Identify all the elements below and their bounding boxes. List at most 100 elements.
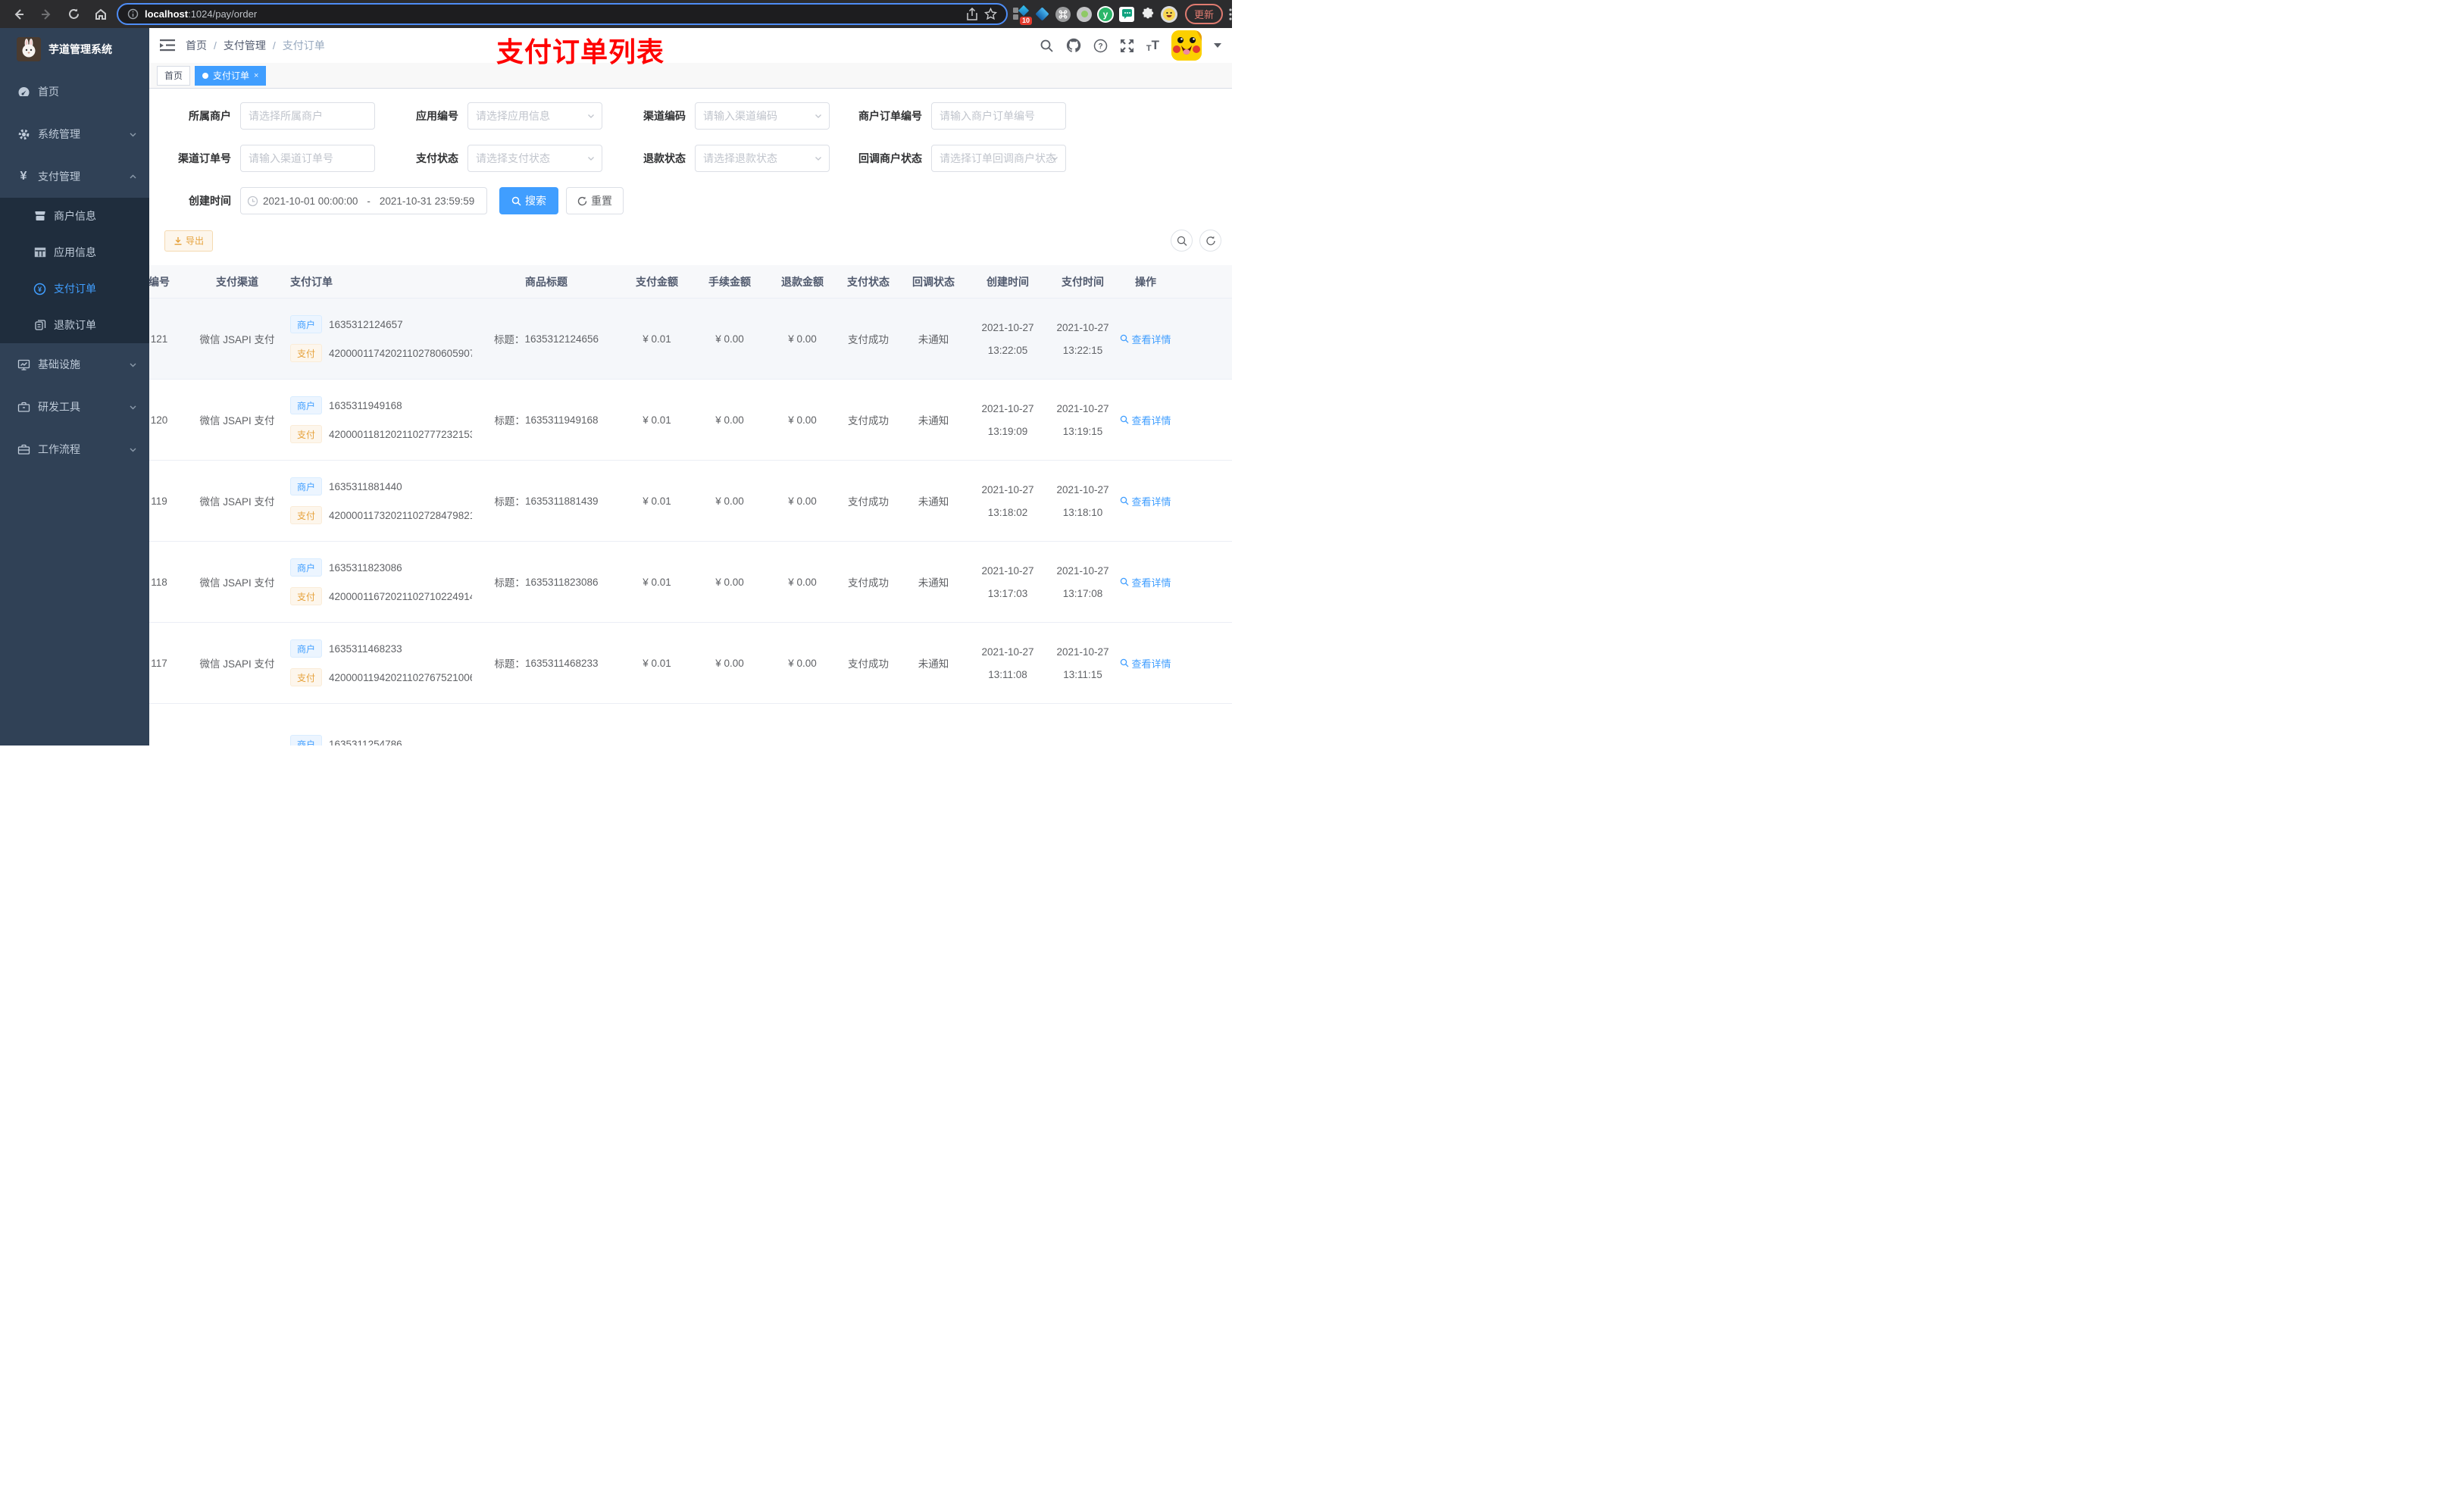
- table-header: 编号 支付渠道 支付订单 商品标题 支付金额 手续金额 退款金额 支付状态 回调…: [149, 265, 1232, 299]
- pay-status-label: 支付状态: [416, 152, 458, 164]
- status-badge: 支付成功: [848, 577, 889, 589]
- pay-tag: 支付: [290, 425, 323, 443]
- browser-update-button[interactable]: 更新: [1185, 4, 1224, 24]
- extension-chat-icon[interactable]: [1118, 5, 1135, 23]
- tab-close-icon[interactable]: ×: [254, 71, 258, 80]
- fullscreen-icon[interactable]: [1120, 39, 1134, 53]
- sidebar-item-refund-order[interactable]: 退款订单: [0, 307, 149, 343]
- col-amount: 支付金额: [636, 275, 678, 288]
- extension-blocker-icon[interactable]: 10: [1012, 5, 1032, 25]
- chevron-down-icon: [129, 403, 137, 411]
- channel-order-no-input[interactable]: [240, 145, 375, 172]
- app-title: 芋道管理系统: [48, 43, 112, 55]
- tab-pay-order[interactable]: 支付订单 ×: [195, 65, 267, 86]
- help-icon[interactable]: ?: [1093, 39, 1108, 53]
- view-detail-link[interactable]: 查看详情: [1120, 656, 1171, 670]
- yen-circle-icon: ¥: [33, 283, 46, 295]
- table-row: 商户 1635311254786: [149, 704, 1232, 746]
- sidebar-item-home[interactable]: 首页: [0, 70, 149, 113]
- sidebar-item-pay[interactable]: ¥ 支付管理: [0, 155, 149, 198]
- extension-kite-icon[interactable]: [1033, 5, 1050, 23]
- page-content: 所属商户 应用编号 渠道编码: [149, 89, 1232, 746]
- extension-command-icon[interactable]: [1055, 5, 1071, 23]
- browser-menu-icon[interactable]: [1229, 8, 1232, 20]
- browser-back-button[interactable]: [8, 4, 30, 25]
- yen-icon: ¥: [20, 170, 27, 183]
- view-detail-link[interactable]: 查看详情: [1120, 332, 1171, 346]
- browser-home-button[interactable]: [89, 4, 112, 25]
- merchant-tag: 商户: [290, 735, 323, 746]
- export-button[interactable]: 导出: [164, 230, 214, 252]
- avatar-caret-icon[interactable]: [1214, 43, 1221, 48]
- notify-status-select[interactable]: [931, 145, 1066, 172]
- svg-text:?: ?: [1098, 42, 1102, 51]
- date-end-value: 2021-10-31 23:59:59: [379, 195, 475, 207]
- view-detail-link[interactable]: 查看详情: [1120, 413, 1171, 427]
- extension-dot-icon[interactable]: [1076, 5, 1093, 23]
- chevron-down-icon: [586, 154, 596, 163]
- col-id: 编号: [149, 275, 170, 288]
- merchant-order-no-input[interactable]: [931, 102, 1066, 130]
- view-detail-link[interactable]: 查看详情: [1120, 494, 1171, 508]
- reset-button[interactable]: 重置: [566, 187, 624, 214]
- merchant-tag: 商户: [290, 396, 323, 414]
- chevron-down-icon: [814, 154, 823, 163]
- clock-icon: [247, 195, 258, 207]
- sidebar-item-pay-order[interactable]: ¥ 支付订单: [0, 270, 149, 307]
- refund-status-select[interactable]: [695, 145, 830, 172]
- extension-emoji-icon[interactable]: [1161, 5, 1177, 23]
- extension-puzzle-icon[interactable]: [1140, 5, 1156, 23]
- shop-icon: [33, 210, 46, 222]
- search-button[interactable]: 搜索: [499, 187, 558, 214]
- merchant-tag: 商户: [290, 315, 323, 333]
- view-detail-link[interactable]: 查看详情: [1120, 575, 1171, 589]
- site-info-icon[interactable]: [127, 8, 139, 20]
- col-title: 商品标题: [525, 275, 568, 288]
- pay-tag: 支付: [290, 587, 323, 605]
- monitor-chart-icon: [17, 358, 30, 371]
- table-row: 117 微信 JSAPI 支付 商户 1635311468233 支付 420000…: [149, 623, 1232, 704]
- bookmark-star-icon[interactable]: [984, 8, 997, 20]
- table-row: 119 微信 JSAPI 支付 商户 1635311881440 支付 420000…: [149, 461, 1232, 542]
- status-badge: 支付成功: [848, 658, 889, 670]
- share-icon[interactable]: [966, 7, 978, 21]
- documents-icon: [33, 319, 46, 331]
- app-select[interactable]: [467, 102, 602, 130]
- sidebar: 芋道管理系统 首页 系统管理 ¥ 支付管理 商户信息 应用信息 ¥ 支付订单 退…: [0, 28, 149, 746]
- pay-status-select[interactable]: [467, 145, 602, 172]
- sidebar-item-system[interactable]: 系统管理: [0, 113, 149, 155]
- col-notify: 回调状态: [912, 275, 955, 288]
- sidebar-collapse-icon[interactable]: [160, 39, 175, 52]
- pay-tag: 支付: [290, 506, 323, 524]
- font-size-icon[interactable]: TT: [1146, 38, 1159, 53]
- merchant-input[interactable]: [240, 102, 375, 130]
- chevron-down-icon: [814, 111, 823, 120]
- merchant-tag: 商户: [290, 558, 323, 577]
- browser-reload-button[interactable]: [62, 4, 85, 25]
- github-icon[interactable]: [1066, 38, 1081, 53]
- tab-home[interactable]: 首页: [157, 65, 191, 86]
- toggle-search-button[interactable]: [1171, 230, 1193, 252]
- sidebar-item-app-info[interactable]: 应用信息: [0, 234, 149, 270]
- sidebar-item-dev-tools[interactable]: 研发工具: [0, 386, 149, 428]
- sidebar-item-workflow[interactable]: 工作流程: [0, 428, 149, 470]
- extension-y-icon[interactable]: y: [1097, 5, 1114, 23]
- search-icon[interactable]: [1040, 39, 1054, 53]
- url-text: localhost:1024/pay/order: [145, 8, 258, 20]
- svg-text:¥: ¥: [38, 286, 42, 293]
- refresh-button[interactable]: [1199, 230, 1221, 252]
- top-navbar: 首页 / 支付管理 / 支付订单 支付订单列表 ? T T: [149, 28, 1232, 67]
- breadcrumb-section: 支付管理: [223, 39, 266, 52]
- create-time-range-picker[interactable]: 2021-10-01 00:00:00 - 2021-10-31 23:59:5…: [240, 187, 487, 214]
- notify-status-label: 回调商户状态: [858, 152, 922, 164]
- channel-code-select[interactable]: [695, 102, 830, 130]
- col-action: 操作: [1135, 275, 1156, 288]
- sidebar-item-merchant-info[interactable]: 商户信息: [0, 198, 149, 234]
- browser-forward-button[interactable]: [35, 4, 58, 25]
- merchant-tag: 商户: [290, 477, 323, 495]
- breadcrumb-home[interactable]: 首页: [186, 38, 207, 53]
- avatar[interactable]: [1171, 30, 1202, 61]
- sidebar-logo-row[interactable]: 芋道管理系统: [0, 28, 149, 70]
- url-bar[interactable]: localhost:1024/pay/order: [117, 3, 1008, 25]
- sidebar-item-infra[interactable]: 基础设施: [0, 343, 149, 386]
